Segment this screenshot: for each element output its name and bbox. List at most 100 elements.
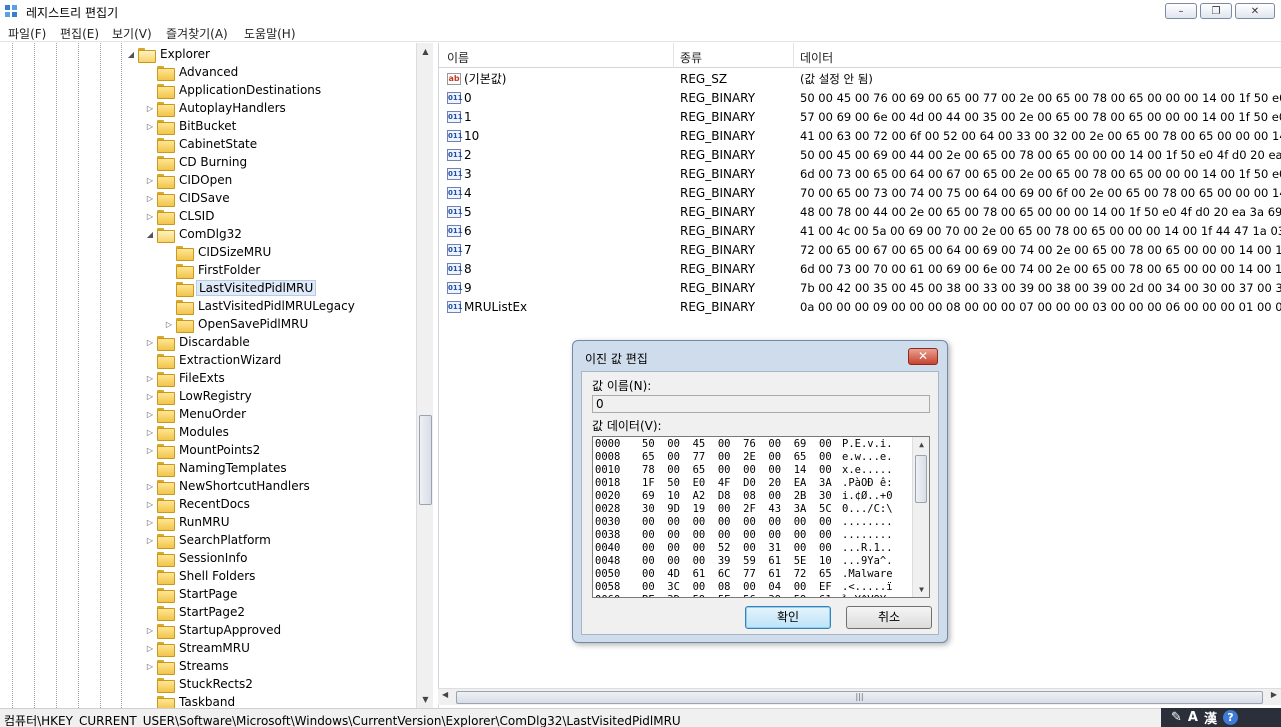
menu-help[interactable]: 도움말(H) [244, 25, 296, 42]
expand-arrow-icon[interactable]: ▷ [145, 104, 155, 113]
tree-node-firstfolder[interactable]: FirstFolder [164, 261, 262, 279]
tree-node-sessioninfo[interactable]: SessionInfo [145, 549, 250, 567]
ime-help-icon[interactable]: ? [1222, 710, 1238, 725]
expand-arrow-icon[interactable]: ▷ [145, 338, 155, 347]
cancel-button[interactable]: 취소 [846, 606, 932, 629]
value-row[interactable]: 011 2 REG_BINARY 50 00 45 00 69 00 44 00 2e… [439, 145, 1281, 164]
expand-arrow-icon[interactable]: ▷ [145, 626, 155, 635]
ime-lang-indicator[interactable]: A [1188, 710, 1198, 725]
tree-node-taskband[interactable]: Taskband [145, 693, 237, 708]
expand-arrow-icon[interactable]: ▷ [145, 194, 155, 203]
tree-node-lowregistry[interactable]: ▷ LowRegistry [145, 387, 254, 405]
expand-arrow-icon[interactable]: ▷ [145, 536, 155, 545]
tree-node-opensavepidlmru[interactable]: ▷ OpenSavePidlMRU [164, 315, 310, 333]
ok-button[interactable]: 확인 [745, 606, 831, 629]
value-row[interactable]: 011 8 REG_BINARY 6d 00 73 00 70 00 61 00 69… [439, 259, 1281, 278]
close-button[interactable]: ✕ [1235, 3, 1275, 19]
tree-node-discardable[interactable]: ▷ Discardable [145, 333, 252, 351]
value-row[interactable]: 011 0 REG_BINARY 50 00 45 00 76 00 69 00 65… [439, 88, 1281, 107]
tree-node-cidopen[interactable]: ▷ CIDOpen [145, 171, 234, 189]
column-data[interactable]: 데이터 [800, 49, 833, 66]
tree-node-comdlg32[interactable]: ◢ ComDlg32 [145, 225, 244, 243]
expand-arrow-icon[interactable]: ▷ [145, 212, 155, 221]
value-row[interactable]: 011 7 REG_BINARY 72 00 65 00 67 00 65 00 64… [439, 240, 1281, 259]
value-row[interactable]: 011 MRUListEx REG_BINARY 0a 00 00 00 09 00 … [439, 297, 1281, 316]
tree-node-namingtemplates[interactable]: NamingTemplates [145, 459, 289, 477]
expand-arrow-icon[interactable]: ▷ [145, 446, 155, 455]
expand-arrow-icon[interactable]: ▷ [145, 662, 155, 671]
list-horizontal-scrollbar[interactable]: ◀ ||| ▶ [438, 688, 1281, 705]
value-row[interactable]: 011 10 REG_BINARY 41 00 63 00 72 00 6f 00 5… [439, 126, 1281, 145]
value-row[interactable]: 011 6 REG_BINARY 41 00 4c 00 5a 00 69 00 70… [439, 221, 1281, 240]
tree-node-recentdocs[interactable]: ▷ RecentDocs [145, 495, 252, 513]
hex-scroll-up-icon[interactable]: ▲ [913, 437, 929, 452]
tree-scrollbar[interactable]: ▲ ▼ [416, 43, 433, 708]
tree-node-clsid[interactable]: ▷ CLSID [145, 207, 216, 225]
hex-scroll-down-icon[interactable]: ▼ [913, 582, 929, 597]
tree-node-startpage2[interactable]: StartPage2 [145, 603, 247, 621]
expand-arrow-icon[interactable]: ▷ [145, 374, 155, 383]
ime-hanja-indicator[interactable]: 漢 [1204, 708, 1217, 727]
value-row[interactable]: 011 1 REG_BINARY 57 00 69 00 6e 00 4d 00 44… [439, 107, 1281, 126]
expand-arrow-icon[interactable]: ▷ [145, 500, 155, 509]
expand-arrow-icon[interactable]: ▷ [145, 392, 155, 401]
tree-node-autoplayhandlers[interactable]: ▷ AutoplayHandlers [145, 99, 288, 117]
scroll-left-arrow-icon[interactable]: ◀ [442, 690, 448, 699]
tree-node-shell-folders[interactable]: Shell Folders [145, 567, 257, 585]
scroll-right-arrow-icon[interactable]: ▶ [1271, 690, 1277, 699]
expand-arrow-icon[interactable]: ▷ [145, 518, 155, 527]
tree-node-fileexts[interactable]: ▷ FileExts [145, 369, 227, 387]
scroll-down-arrow-icon[interactable]: ▼ [417, 691, 434, 708]
expand-arrow-icon[interactable]: ▷ [145, 428, 155, 437]
tree-node-menuorder[interactable]: ▷ MenuOrder [145, 405, 248, 423]
menu-view[interactable]: 보기(V) [112, 25, 152, 42]
tree-node-mountpoints2[interactable]: ▷ MountPoints2 [145, 441, 262, 459]
tree-node-startupapproved[interactable]: ▷ StartupApproved [145, 621, 283, 639]
menu-file[interactable]: 파일(F) [8, 25, 46, 42]
tree-node-stuckrects2[interactable]: StuckRects2 [145, 675, 255, 693]
tree-node-explorer[interactable]: ◢ Explorer [126, 45, 212, 63]
tree-node-lastvisitedpidlmrulegacy[interactable]: LastVisitedPidlMRULegacy [164, 297, 357, 315]
dialog-close-button[interactable]: ✕ [908, 348, 938, 365]
tree-scroll-thumb[interactable] [419, 415, 432, 505]
value-row[interactable]: 011 9 REG_BINARY 7b 00 42 00 35 00 45 00 38… [439, 278, 1281, 297]
tree-node-modules[interactable]: ▷ Modules [145, 423, 231, 441]
scroll-up-arrow-icon[interactable]: ▲ [417, 43, 434, 60]
tree-node-applicationdestinations[interactable]: ApplicationDestinations [145, 81, 323, 99]
value-row[interactable]: 011 5 REG_BINARY 48 00 78 00 44 00 2e 00 65… [439, 202, 1281, 221]
tree-node-newshortcuthandlers[interactable]: ▷ NewShortcutHandlers [145, 477, 312, 495]
expand-arrow-icon[interactable]: ▷ [145, 176, 155, 185]
hex-scrollbar[interactable]: ▲ ▼ [912, 437, 929, 597]
expand-arrow-icon[interactable]: ▷ [145, 482, 155, 491]
menu-favorites[interactable]: 즐겨찾기(A) [166, 25, 228, 42]
tree-node-advanced[interactable]: Advanced [145, 63, 240, 81]
value-row[interactable]: 011 3 REG_BINARY 6d 00 73 00 65 00 64 00 67… [439, 164, 1281, 183]
expand-arrow-icon[interactable]: ▷ [164, 320, 174, 329]
hex-scroll-thumb[interactable] [915, 455, 927, 503]
tree-node-bitbucket[interactable]: ▷ BitBucket [145, 117, 238, 135]
collapse-arrow-icon[interactable]: ◢ [126, 50, 136, 59]
tree-node-cidsizemru[interactable]: CIDSizeMRU [164, 243, 273, 261]
expand-arrow-icon[interactable]: ▷ [145, 122, 155, 131]
column-name[interactable]: 이름 [447, 49, 469, 66]
tree-node-extractionwizard[interactable]: ExtractionWizard [145, 351, 283, 369]
hex-editor[interactable]: 0000 50 00 45 00 76 00 69 00 P.E.v.i. 0008 6… [592, 436, 930, 598]
tree-node-cd-burning[interactable]: CD Burning [145, 153, 249, 171]
tree-node-searchplatform[interactable]: ▷ SearchPlatform [145, 531, 273, 549]
tree-node-streams[interactable]: ▷ Streams [145, 657, 231, 675]
collapse-arrow-icon[interactable]: ◢ [145, 230, 155, 239]
list-scroll-thumb[interactable]: ||| [456, 691, 1263, 704]
tree-node-streammru[interactable]: ▷ StreamMRU [145, 639, 252, 657]
restore-button[interactable]: ❐ [1200, 3, 1232, 19]
tree-node-runmru[interactable]: ▷ RunMRU [145, 513, 231, 531]
tree-node-cidsave[interactable]: ▷ CIDSave [145, 189, 232, 207]
expand-arrow-icon[interactable]: ▷ [145, 644, 155, 653]
value-row[interactable]: ab (기본값) REG_SZ (값 설정 안 됨) [439, 69, 1281, 88]
value-name-field[interactable]: 0 [592, 395, 930, 413]
ime-tool-icon[interactable]: ✎ [1171, 710, 1182, 725]
minimize-button[interactable]: – [1165, 3, 1197, 19]
tree-node-cabinetstate[interactable]: CabinetState [145, 135, 259, 153]
value-row[interactable]: 011 4 REG_BINARY 70 00 65 00 73 00 74 00 75… [439, 183, 1281, 202]
menu-edit[interactable]: 편집(E) [60, 25, 99, 42]
expand-arrow-icon[interactable]: ▷ [145, 410, 155, 419]
